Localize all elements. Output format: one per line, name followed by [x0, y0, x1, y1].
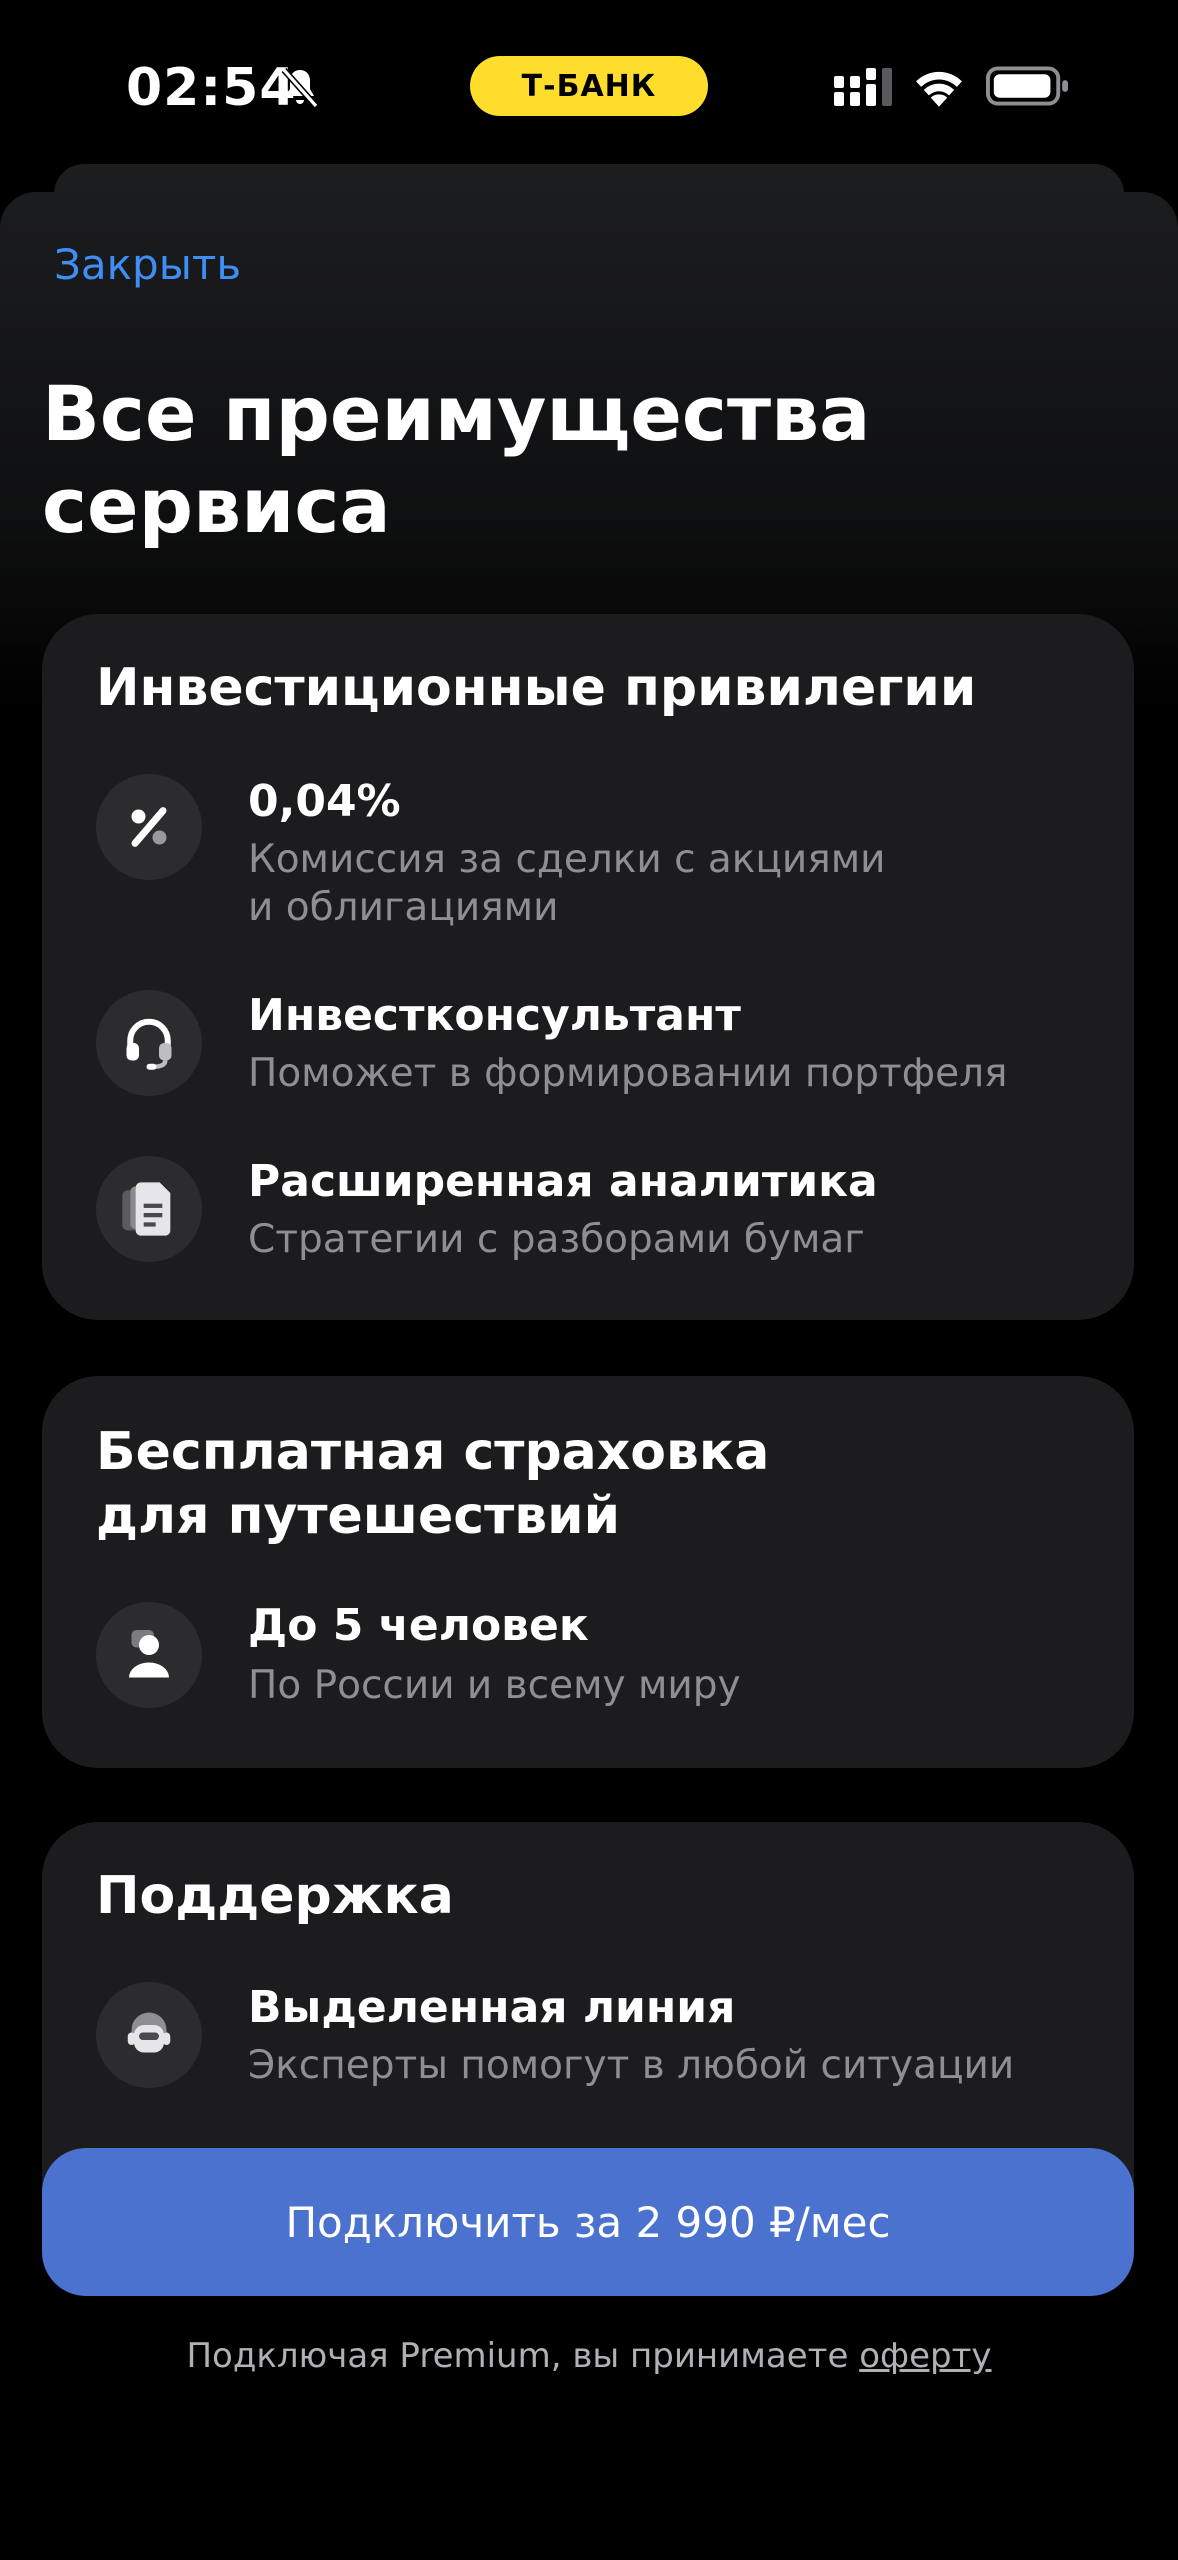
travel-insurance-card: Бесплатная страховка для путешествий До … — [42, 1376, 1134, 1768]
footer-note: Подключая Premium, вы принимаете оферту — [0, 2336, 1178, 2376]
close-button[interactable]: Закрыть — [54, 240, 241, 289]
bell-slash-icon — [281, 67, 319, 109]
investment-privileges-card: Инвестиционные привилегии 0,04% Комиссия… — [42, 614, 1134, 1320]
card-title-line-2: для путешествий — [96, 1486, 621, 1546]
cellular-signal-icon — [834, 68, 892, 106]
card-title: Поддержка — [96, 1866, 454, 1926]
traveler-icon — [96, 1602, 202, 1708]
headset-icon — [96, 990, 202, 1096]
page-title-line-1: Все преимущества — [42, 369, 871, 458]
commission-value: 0,04% — [248, 776, 401, 827]
card-title-line-1: Бесплатная страховка — [96, 1422, 770, 1482]
footer-note-text: Подключая Premium, вы принимаете — [186, 2336, 860, 2376]
carrier-badge: Т-БАНК — [470, 56, 708, 116]
analytics-description: Стратегии с разборами бумаг — [248, 1217, 865, 1262]
status-time: 02:54 — [126, 58, 297, 118]
consultant-title: Инвестконсультант — [248, 990, 741, 1041]
analytics-title: Расширенная аналитика — [248, 1156, 878, 1207]
card-title: Бесплатная страховка для путешествий — [96, 1420, 769, 1548]
page-title: Все преимущества сервиса — [42, 368, 1042, 552]
wifi-icon — [916, 71, 962, 107]
insurance-people-title: До 5 человек — [248, 1600, 589, 1651]
dedicated-line-description: Эксперты помогут в любой ситуации — [248, 2043, 1015, 2088]
card-title: Инвестиционные привилегии — [96, 658, 977, 718]
status-bar: 02:54 Т-БАНК — [0, 0, 1178, 170]
commission-description: Комиссия за сделки с акциями и облигация… — [248, 836, 1068, 932]
subscribe-button[interactable]: Подключить за 2 990 ₽/мес — [42, 2148, 1134, 2296]
page-title-line-2: сервиса — [42, 461, 391, 550]
commission-description-line-1: Комиссия за сделки с акциями — [248, 837, 886, 882]
documents-icon — [96, 1156, 202, 1262]
dedicated-line-title: Выделенная линия — [248, 1982, 736, 2033]
support-agent-icon — [96, 1982, 202, 2088]
insurance-coverage-description: По России и всему миру — [248, 1663, 741, 1708]
commission-description-line-2: и облигациями — [248, 885, 559, 930]
consultant-description: Поможет в формировании портфеля — [248, 1051, 1008, 1096]
percent-icon — [96, 774, 202, 880]
offer-link[interactable]: оферту — [859, 2336, 991, 2376]
battery-icon — [986, 66, 1068, 106]
